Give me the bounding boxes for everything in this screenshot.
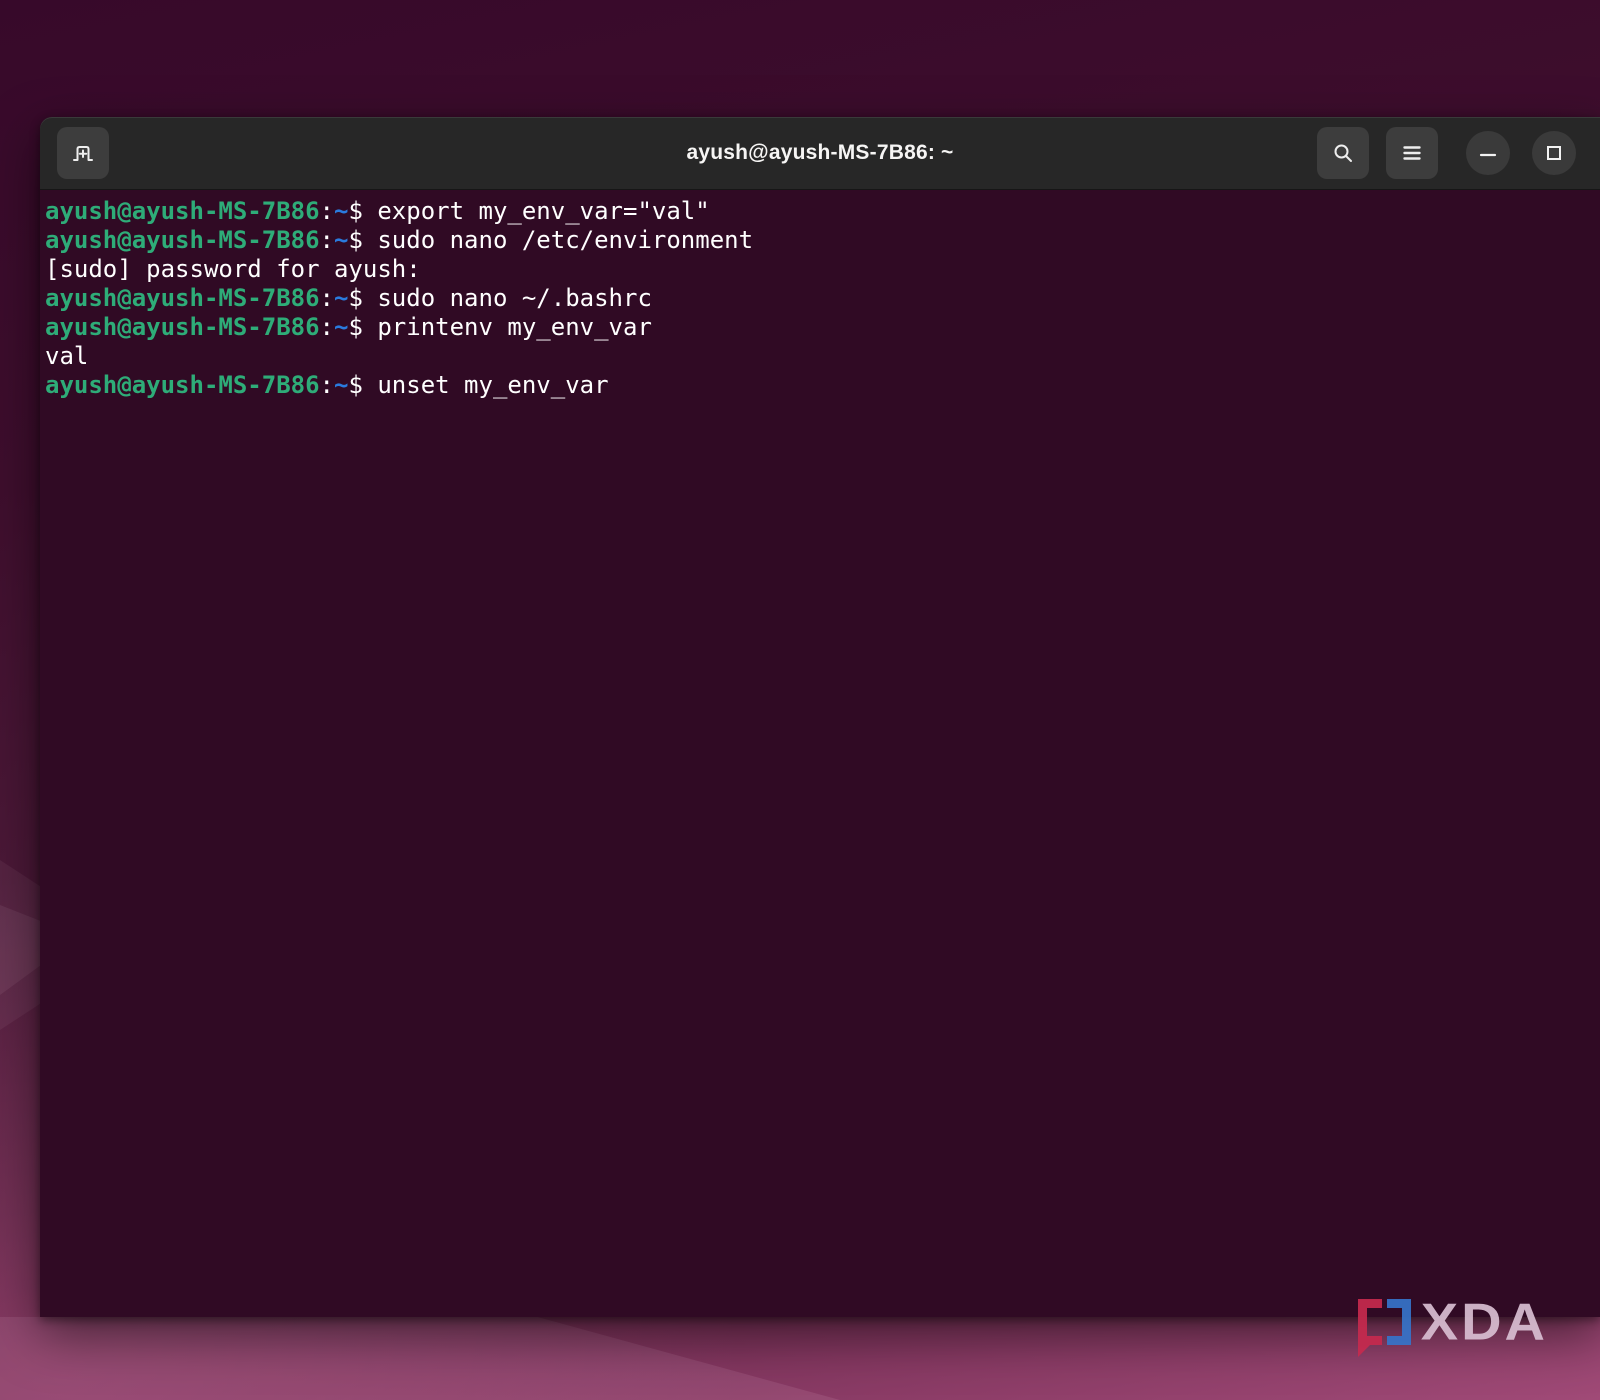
xda-left-bracket-icon <box>1357 1299 1382 1357</box>
terminal-text: $ <box>348 226 378 254</box>
terminal-text: : <box>319 197 334 225</box>
search-icon <box>1334 144 1352 162</box>
minimize-icon <box>1479 153 1497 157</box>
xda-right-bracket-icon <box>1386 1299 1411 1345</box>
terminal-text: [sudo] password for ayush: <box>45 255 421 283</box>
terminal-line: [sudo] password for ayush: <box>45 255 1592 284</box>
terminal-text: $ <box>348 371 378 399</box>
terminal-text: val <box>45 342 89 370</box>
terminal-text: $ <box>348 284 378 312</box>
maximize-button[interactable] <box>1532 131 1576 175</box>
terminal-text: export my_env_var="val" <box>377 197 710 225</box>
maximize-icon <box>1547 146 1561 160</box>
menu-button[interactable] <box>1386 127 1438 179</box>
wallpaper-facet <box>0 1317 840 1400</box>
headerbar-controls <box>1317 127 1576 179</box>
prompt-user-host: ayush@ayush-MS-7B86 <box>45 226 320 254</box>
prompt-user-host: ayush@ayush-MS-7B86 <box>45 197 320 225</box>
terminal-line: ayush@ayush-MS-7B86:~$ printenv my_env_v… <box>45 313 1592 342</box>
prompt-user-host: ayush@ayush-MS-7B86 <box>45 371 320 399</box>
terminal-text: $ <box>348 313 378 341</box>
terminal-text: : <box>319 226 334 254</box>
terminal-line: ayush@ayush-MS-7B86:~$ sudo nano /etc/en… <box>45 226 1592 255</box>
terminal-text: : <box>319 371 334 399</box>
terminal-output[interactable]: ayush@ayush-MS-7B86:~$ export my_env_var… <box>40 191 1600 1317</box>
prompt-path: ~ <box>334 226 349 254</box>
xda-logo-text: XDA <box>1420 1292 1548 1351</box>
window-headerbar: ayush@ayush-MS-7B86: ~ <box>40 117 1600 190</box>
terminal-text: $ <box>348 197 378 225</box>
terminal-text: printenv my_env_var <box>377 313 652 341</box>
search-button[interactable] <box>1317 127 1369 179</box>
terminal-text: sudo nano /etc/environment <box>377 226 754 254</box>
terminal-text: : <box>319 284 334 312</box>
prompt-user-host: ayush@ayush-MS-7B86 <box>45 284 320 312</box>
terminal-line: val <box>45 342 1592 371</box>
xda-watermark: XDA <box>1357 1292 1548 1357</box>
prompt-user-host: ayush@ayush-MS-7B86 <box>45 313 320 341</box>
new-tab-icon <box>73 146 93 161</box>
desktop-background: ayush@ayush-MS-7B86: ~ ayush@ayush-MS-7B… <box>0 0 1600 1400</box>
hamburger-menu-icon <box>1403 146 1421 160</box>
terminal-line: ayush@ayush-MS-7B86:~$ export my_env_var… <box>45 197 1592 226</box>
terminal-line: ayush@ayush-MS-7B86:~$ unset my_env_var <box>45 371 1592 400</box>
new-tab-button[interactable] <box>57 127 109 179</box>
prompt-path: ~ <box>334 313 349 341</box>
prompt-path: ~ <box>334 197 349 225</box>
terminal-text: sudo nano ~/.bashrc <box>377 284 652 312</box>
minimize-button[interactable] <box>1466 131 1510 175</box>
prompt-path: ~ <box>334 284 349 312</box>
terminal-text: unset my_env_var <box>377 371 609 399</box>
terminal-text: : <box>319 313 334 341</box>
terminal-window: ayush@ayush-MS-7B86: ~ ayush@ayush-MS-7B… <box>40 117 1600 1317</box>
terminal-line: ayush@ayush-MS-7B86:~$ sudo nano ~/.bash… <box>45 284 1592 313</box>
prompt-path: ~ <box>334 371 349 399</box>
